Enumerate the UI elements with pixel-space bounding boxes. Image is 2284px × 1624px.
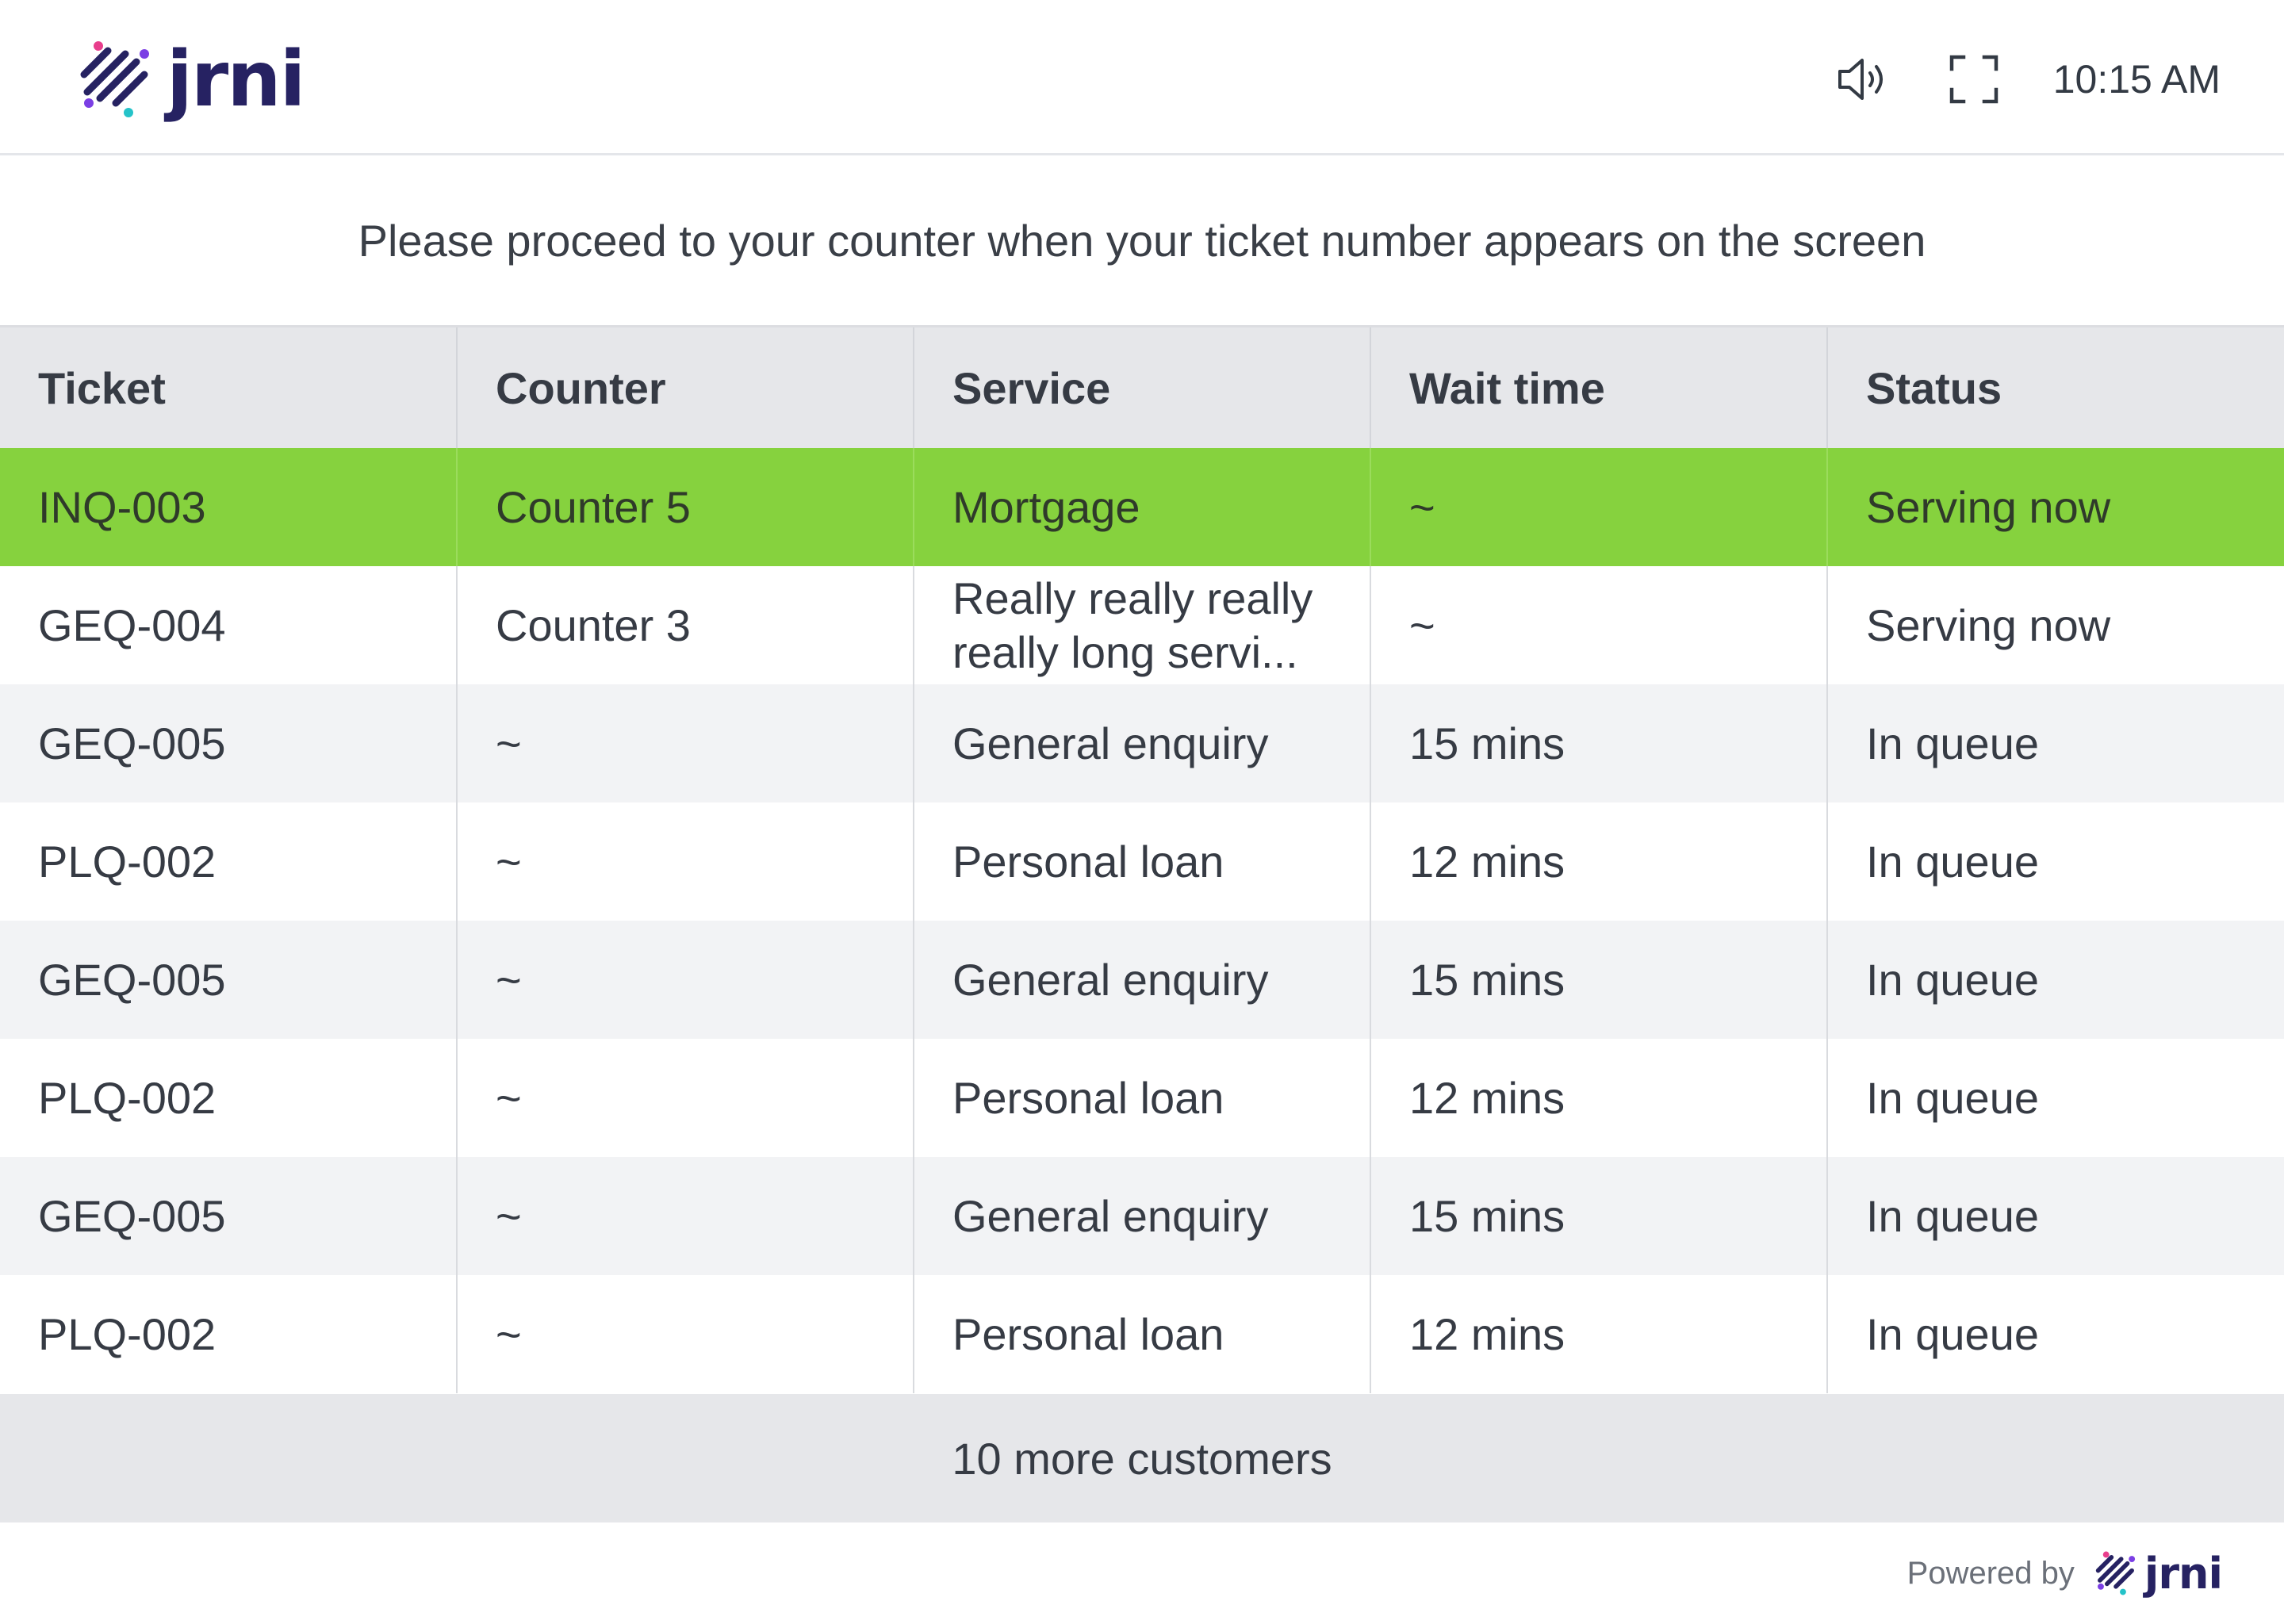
ticket-cell: GEQ-005 [0, 921, 458, 1039]
powered-by: Powered by jrni [1907, 1543, 2223, 1603]
ticket-cell: PLQ-002 [0, 1275, 458, 1393]
queue-table: Ticket Counter Service Wait time Status … [0, 325, 2284, 1393]
status-cell: In queue [1827, 921, 2284, 1039]
counter-cell: ~ [457, 684, 914, 802]
wait-time-cell: 12 mins [1370, 1275, 1828, 1393]
table-row: PLQ-002 ~ Personal loan 12 mins In queue [0, 802, 2284, 921]
counter-cell: ~ [457, 921, 914, 1039]
more-customers-banner: 10 more customers [0, 1394, 2284, 1522]
service-cell: Mortgage [914, 448, 1371, 566]
ticket-cell: PLQ-002 [0, 1039, 458, 1157]
service-cell: Really really really really long servi..… [914, 566, 1371, 684]
service-cell: Personal loan [914, 1275, 1371, 1393]
column-header-ticket: Ticket [0, 325, 458, 448]
header-bar: jrni 10:15 AM [0, 0, 2284, 155]
wait-time-cell: ~ [1370, 448, 1828, 566]
wait-time-cell: 12 mins [1370, 802, 1828, 921]
service-cell: General enquiry [914, 1157, 1371, 1275]
table-row: PLQ-002 ~ Personal loan 12 mins In queue [0, 1039, 2284, 1157]
ticket-cell: GEQ-004 [0, 566, 458, 684]
logo-mark-icon [2095, 1551, 2135, 1595]
table-row: PLQ-002 ~ Personal loan 12 mins In queue [0, 1275, 2284, 1393]
service-cell: General enquiry [914, 921, 1371, 1039]
footer-brand-wordmark: jrni [2144, 1548, 2223, 1599]
brand-wordmark: jrni [167, 35, 305, 124]
ticket-cell: INQ-003 [0, 448, 458, 566]
wait-time-cell: 15 mins [1370, 921, 1828, 1039]
counter-cell: ~ [457, 1275, 914, 1393]
clock: 10:15 AM [2052, 57, 2221, 102]
status-cell: In queue [1827, 1039, 2284, 1157]
column-header-wait-time: Wait time [1370, 325, 1828, 448]
column-header-counter: Counter [457, 325, 914, 448]
logo-mark-icon [80, 41, 149, 117]
volume-button[interactable] [1825, 41, 1901, 117]
ticket-cell: GEQ-005 [0, 1157, 458, 1275]
instruction-text: Please proceed to your counter when your… [358, 215, 1926, 266]
volume-icon [1838, 59, 1883, 100]
ticket-cell: PLQ-002 [0, 802, 458, 921]
status-cell: Serving now [1827, 448, 2284, 566]
service-cell: General enquiry [914, 684, 1371, 802]
table-row: GEQ-004 Counter 3 Really really really r… [0, 566, 2284, 684]
counter-cell: Counter 3 [457, 566, 914, 684]
wait-time-cell: 15 mins [1370, 684, 1828, 802]
counter-cell: Counter 5 [457, 448, 914, 566]
fullscreen-button[interactable] [1936, 41, 2012, 117]
status-cell: In queue [1827, 684, 2284, 802]
counter-cell: ~ [457, 1157, 914, 1275]
fullscreen-icon [1949, 55, 1998, 104]
table-row-current: INQ-003 Counter 5 Mortgage ~ Serving now [0, 448, 2284, 566]
header-controls: 10:15 AM [1825, 41, 2221, 117]
ticket-cell: GEQ-005 [0, 684, 458, 802]
wait-time-cell: 15 mins [1370, 1157, 1828, 1275]
service-cell: Personal loan [914, 802, 1371, 921]
table-row: GEQ-005 ~ General enquiry 15 mins In que… [0, 684, 2284, 802]
wait-time-cell: ~ [1370, 566, 1828, 684]
column-header-status: Status [1827, 325, 2284, 448]
column-header-service: Service [914, 325, 1371, 448]
counter-cell: ~ [457, 1039, 914, 1157]
table-row: GEQ-005 ~ General enquiry 15 mins In que… [0, 921, 2284, 1039]
table-row: GEQ-005 ~ General enquiry 15 mins In que… [0, 1157, 2284, 1275]
status-cell: In queue [1827, 1275, 2284, 1393]
status-cell: In queue [1827, 802, 2284, 921]
counter-cell: ~ [457, 802, 914, 921]
table-header-row: Ticket Counter Service Wait time Status [0, 325, 2284, 448]
status-cell: In queue [1827, 1157, 2284, 1275]
status-cell: Serving now [1827, 566, 2284, 684]
service-cell: Personal loan [914, 1039, 1371, 1157]
powered-by-label: Powered by [1907, 1555, 2075, 1591]
wait-time-cell: 12 mins [1370, 1039, 1828, 1157]
jrni-logo: jrni [76, 40, 305, 119]
